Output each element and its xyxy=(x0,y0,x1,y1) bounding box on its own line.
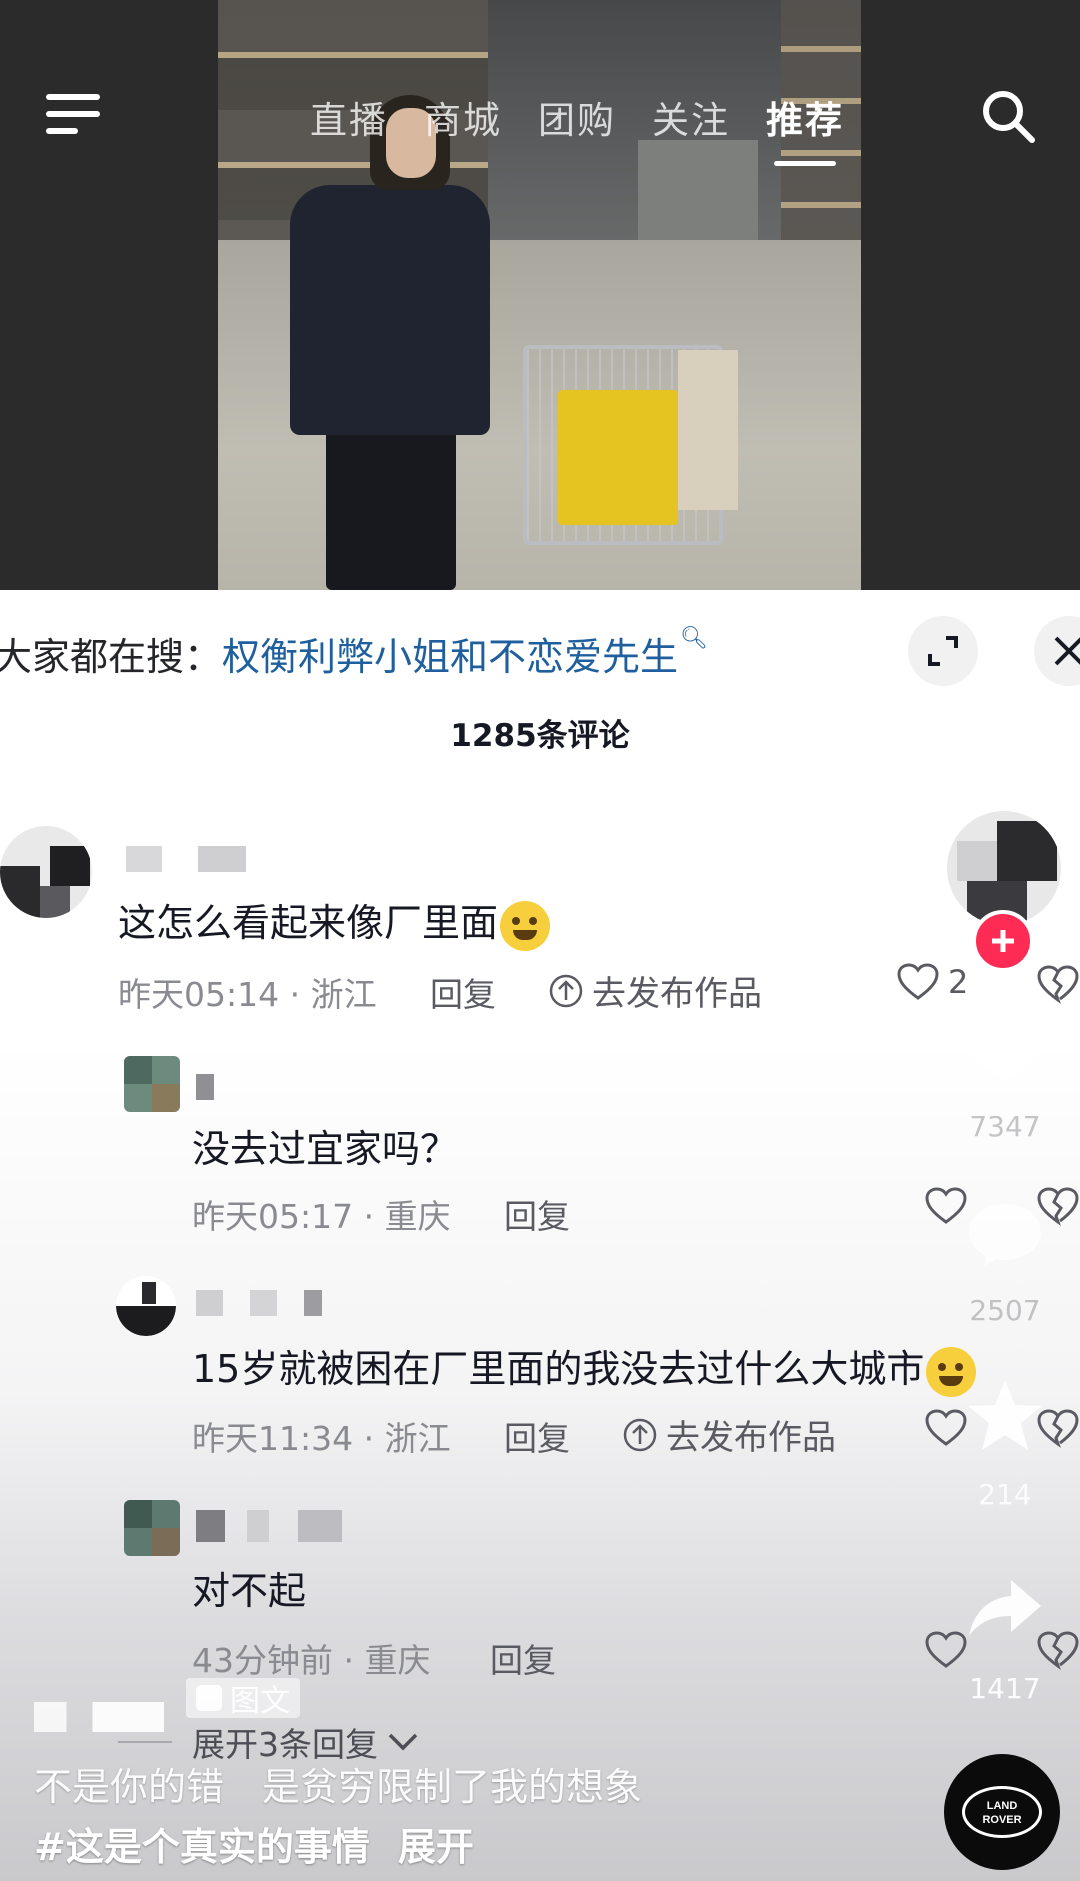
video-caption: 不是你的错 是贫穷限制了我的想象 xyxy=(34,1765,643,1809)
comment-like-button[interactable]: 2 xyxy=(896,962,968,1002)
follow-button[interactable] xyxy=(972,910,1034,972)
comment-text: 对不起 xyxy=(192,1569,307,1613)
person-jacket xyxy=(290,185,490,435)
upload-arrow-icon xyxy=(549,974,583,1007)
menu-icon[interactable] xyxy=(46,92,104,136)
cardboard-box xyxy=(678,350,738,510)
username[interactable] xyxy=(126,846,246,872)
heart-icon[interactable] xyxy=(924,1408,968,1448)
comment-text: 15岁就被困在厂里面的我没去过什么大城市 xyxy=(192,1338,977,1397)
search-suggestion-term[interactable]: 权衡利弊小姐和不恋爱先生 xyxy=(222,635,678,679)
nav-tabs: 直播 商城 团购 关注 推荐 xyxy=(310,90,844,166)
dislike-broken-heart-icon[interactable] xyxy=(1036,1186,1080,1226)
heart-icon xyxy=(965,1012,1045,1082)
side-like-count: 7347 xyxy=(969,1110,1041,1143)
tab-live[interactable]: 直播 xyxy=(310,90,388,144)
yellow-bag xyxy=(558,390,678,525)
comment-bubble-icon xyxy=(969,1204,1041,1266)
publish-work-button[interactable]: 去发布作品 xyxy=(622,1410,836,1459)
search-suggestion[interactable]: 大家都在搜：权衡利弊小姐和不恋爱先生🔍︎ xyxy=(0,626,708,681)
search-small-icon: 🔍︎ xyxy=(680,626,708,651)
side-like-button[interactable] xyxy=(955,1008,1055,1092)
search-suggestion-prefix: 大家都在搜： xyxy=(0,635,223,679)
reply-button[interactable]: 回复 xyxy=(490,1634,556,1682)
grinning-sweat-face-icon xyxy=(926,1346,977,1397)
plus-icon xyxy=(992,930,1014,952)
heart-icon[interactable] xyxy=(924,1630,968,1670)
tab-group-buy[interactable]: 团购 xyxy=(538,90,616,144)
comment-count: 1285条评论 xyxy=(450,718,630,754)
avatar[interactable] xyxy=(124,1056,180,1112)
close-button[interactable] xyxy=(1034,616,1080,686)
side-favorite-count: 214 xyxy=(978,1478,1032,1511)
close-icon xyxy=(1054,636,1080,666)
heart-icon xyxy=(897,963,939,1000)
comment-time-location: 43分钟前 · 重庆 xyxy=(192,1641,431,1680)
search-icon[interactable] xyxy=(978,86,1038,146)
username[interactable] xyxy=(196,1074,214,1100)
tab-recommended[interactable]: 推荐 xyxy=(766,90,844,166)
side-comment-count: 2507 xyxy=(969,1294,1041,1327)
comment-text: 这怎么看起来像厂里面 xyxy=(118,892,551,951)
avatar[interactable] xyxy=(124,1500,180,1556)
reply-button[interactable]: 回复 xyxy=(504,1412,570,1460)
tab-following[interactable]: 关注 xyxy=(652,90,730,144)
image-text-tag: 图文 xyxy=(186,1678,300,1719)
username[interactable] xyxy=(196,1510,342,1542)
reply-button[interactable]: 回复 xyxy=(504,1190,570,1238)
dislike-broken-heart-icon[interactable] xyxy=(1036,1630,1080,1670)
comment-time-location: 昨天05:17 · 重庆 xyxy=(192,1197,451,1236)
divider xyxy=(118,1741,172,1743)
upload-arrow-icon xyxy=(623,1418,657,1451)
comment-time-location: 昨天05:14 · 浙江 xyxy=(118,975,377,1014)
comment-text: 没去过宜家吗？ xyxy=(192,1127,459,1171)
expand-icon xyxy=(928,636,958,666)
username[interactable] xyxy=(196,1290,376,1316)
share-arrow-icon xyxy=(969,1580,1041,1636)
land-rover-logo: LAND ROVER xyxy=(962,1786,1042,1838)
avatar[interactable] xyxy=(0,826,92,918)
chevron-down-icon xyxy=(388,1733,418,1751)
caption-expand-button[interactable]: 展开 xyxy=(398,1825,474,1869)
side-share-count: 1417 xyxy=(969,1672,1041,1705)
avatar[interactable] xyxy=(116,1276,176,1336)
reply-button[interactable]: 回复 xyxy=(430,968,496,1016)
top-navigation: 直播 商城 团购 关注 推荐 xyxy=(0,70,1080,180)
video-hashtag[interactable]: #这是个真实的事情 展开 xyxy=(34,1816,474,1871)
person-legs xyxy=(326,420,456,590)
smiling-face-icon xyxy=(500,900,551,951)
tab-mall[interactable]: 商城 xyxy=(424,90,502,144)
like-count: 2 xyxy=(948,963,969,1001)
dislike-broken-heart-icon[interactable] xyxy=(1036,964,1080,1004)
fullscreen-button[interactable] xyxy=(908,616,978,686)
comment-sheet: 大家都在搜：权衡利弊小姐和不恋爱先生🔍︎ 1285条评论 这怎么看起来像厂里面 … xyxy=(0,590,1080,1881)
heart-icon[interactable] xyxy=(924,1186,968,1226)
music-disc[interactable]: LAND ROVER xyxy=(944,1754,1060,1870)
image-text-icon xyxy=(196,1685,222,1711)
star-icon xyxy=(968,1380,1042,1450)
video-player[interactable]: 直播 商城 团购 关注 推荐 xyxy=(0,0,1080,590)
publish-work-button[interactable]: 去发布作品 xyxy=(548,966,762,1015)
dislike-broken-heart-icon[interactable] xyxy=(1036,1408,1080,1448)
comment-time-location: 昨天11:34 · 浙江 xyxy=(192,1419,451,1458)
